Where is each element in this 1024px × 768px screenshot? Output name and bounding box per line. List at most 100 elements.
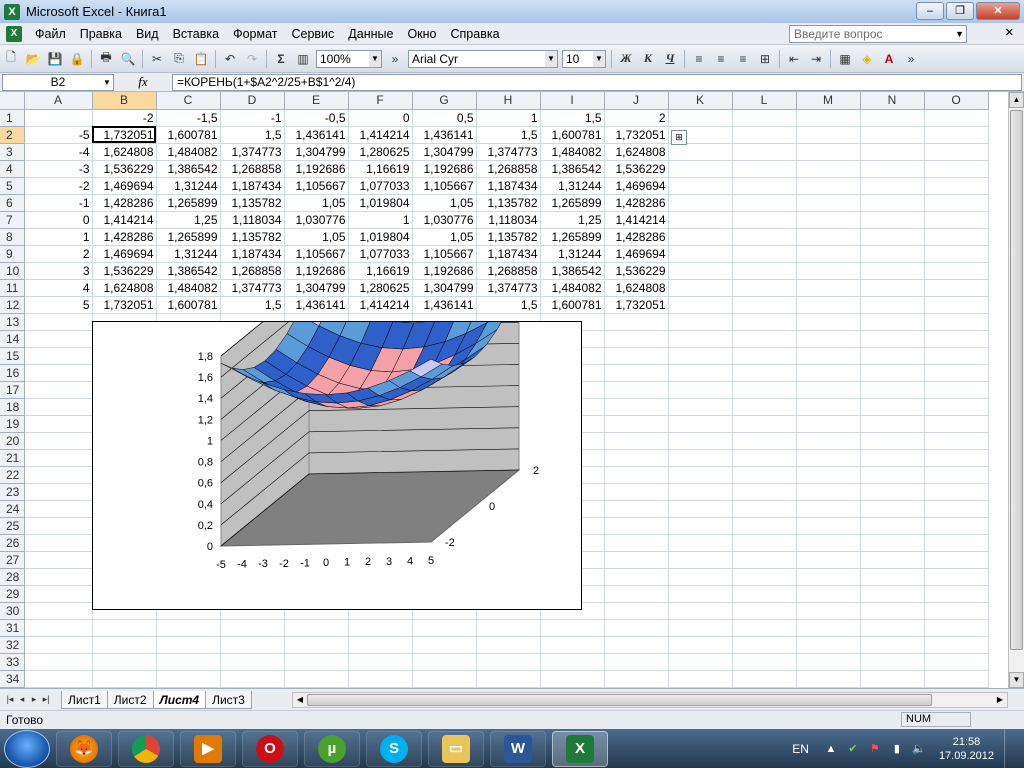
redo-icon[interactable]: ↷	[242, 49, 262, 69]
cell-m10[interactable]	[796, 262, 861, 280]
cell-i2[interactable]: 1,600781	[540, 126, 605, 144]
cell-n6[interactable]	[860, 194, 925, 212]
cell-m25[interactable]	[796, 517, 861, 535]
chevron-down-icon[interactable]: ▼	[593, 50, 605, 67]
cell-n7[interactable]	[860, 211, 925, 229]
cell-l10[interactable]	[732, 262, 797, 280]
cell-j23[interactable]	[604, 483, 669, 501]
cell-m8[interactable]	[796, 228, 861, 246]
cell-h7[interactable]: 1,118034	[476, 211, 541, 229]
cell-m27[interactable]	[796, 551, 861, 569]
print-icon[interactable]: 🖶	[96, 49, 116, 69]
scroll-up-button[interactable]: ▲	[1009, 92, 1024, 108]
cell-m30[interactable]	[796, 602, 861, 620]
cell-k19[interactable]	[668, 415, 733, 433]
column-header-g[interactable]: G	[412, 92, 477, 110]
cell-j17[interactable]	[604, 381, 669, 399]
cell-d12[interactable]: 1,5	[220, 296, 285, 314]
column-header-d[interactable]: D	[220, 92, 285, 110]
cell-d2[interactable]: 1,5	[220, 126, 285, 144]
cell-e11[interactable]: 1,304799	[284, 279, 349, 297]
cell-k18[interactable]	[668, 398, 733, 416]
cell-d1[interactable]: -1	[220, 109, 285, 127]
cell-d7[interactable]: 1,118034	[220, 211, 285, 229]
cell-j11[interactable]: 1,624808	[604, 279, 669, 297]
cell-l7[interactable]	[732, 211, 797, 229]
volume-icon[interactable]: 🔈	[911, 741, 927, 757]
print-preview-icon[interactable]: 🔍	[118, 49, 138, 69]
cell-d33[interactable]	[220, 653, 285, 671]
cell-e7[interactable]: 1,030776	[284, 211, 349, 229]
cell-n17[interactable]	[860, 381, 925, 399]
cell-a5[interactable]: -2	[24, 177, 93, 195]
fill-color-icon[interactable]: ◈	[857, 49, 877, 69]
cell-i5[interactable]: 1,31244	[540, 177, 605, 195]
cell-a26[interactable]	[24, 534, 93, 552]
taskbar-explorer[interactable]: ▭	[428, 730, 484, 767]
sheet-tab-2[interactable]: Лист2	[106, 690, 154, 709]
cell-e9[interactable]: 1,105667	[284, 245, 349, 263]
menu-format[interactable]: Формат	[226, 27, 284, 41]
cell-j5[interactable]: 1,469694	[604, 177, 669, 195]
cell-f8[interactable]: 1,019804	[348, 228, 413, 246]
cell-k1[interactable]	[668, 109, 733, 127]
cell-b31[interactable]	[92, 619, 157, 637]
cell-a1[interactable]	[24, 109, 93, 127]
cell-i31[interactable]	[540, 619, 605, 637]
cell-c6[interactable]: 1,265899	[156, 194, 221, 212]
menu-view[interactable]: Вид	[129, 27, 166, 41]
prev-sheet-icon[interactable]: ◂	[16, 694, 28, 705]
row-header[interactable]: 33	[0, 653, 25, 671]
cell-o2[interactable]	[924, 126, 989, 144]
toolbar-options-icon[interactable]: »	[901, 49, 921, 69]
cell-k6[interactable]	[668, 194, 733, 212]
cell-m31[interactable]	[796, 619, 861, 637]
row-header[interactable]: 2	[0, 126, 25, 144]
cell-l30[interactable]	[732, 602, 797, 620]
cell-j26[interactable]	[604, 534, 669, 552]
column-header-b[interactable]: B	[92, 92, 157, 110]
cell-n23[interactable]	[860, 483, 925, 501]
cell-b1[interactable]: -2	[92, 109, 157, 127]
cell-n33[interactable]	[860, 653, 925, 671]
cell-g31[interactable]	[412, 619, 477, 637]
align-right-icon[interactable]: ≡	[733, 49, 753, 69]
column-header-m[interactable]: M	[796, 92, 861, 110]
cell-j2[interactable]: 1,732051	[604, 126, 669, 144]
cell-k26[interactable]	[668, 534, 733, 552]
cell-e31[interactable]	[284, 619, 349, 637]
cell-g33[interactable]	[412, 653, 477, 671]
merge-center-icon[interactable]: ⊞	[755, 49, 775, 69]
row-header[interactable]: 17	[0, 381, 25, 399]
cell-l26[interactable]	[732, 534, 797, 552]
cell-o11[interactable]	[924, 279, 989, 297]
cell-g5[interactable]: 1,105667	[412, 177, 477, 195]
cell-e4[interactable]: 1,192686	[284, 160, 349, 178]
row-header[interactable]: 32	[0, 636, 25, 654]
cell-b34[interactable]	[92, 670, 157, 688]
cell-k3[interactable]	[668, 143, 733, 161]
cell-i6[interactable]: 1,265899	[540, 194, 605, 212]
cell-a9[interactable]: 2	[24, 245, 93, 263]
row-header[interactable]: 12	[0, 296, 25, 314]
cell-n9[interactable]	[860, 245, 925, 263]
cell-b5[interactable]: 1,469694	[92, 177, 157, 195]
cell-k14[interactable]	[668, 330, 733, 348]
row-header[interactable]: 31	[0, 619, 25, 637]
cell-a21[interactable]	[24, 449, 93, 467]
cell-a25[interactable]	[24, 517, 93, 535]
cell-b6[interactable]: 1,428286	[92, 194, 157, 212]
cell-k15[interactable]	[668, 347, 733, 365]
cell-f5[interactable]: 1,077033	[348, 177, 413, 195]
menu-insert[interactable]: Вставка	[166, 27, 226, 41]
column-header-k[interactable]: K	[668, 92, 733, 110]
cell-o29[interactable]	[924, 585, 989, 603]
cell-b33[interactable]	[92, 653, 157, 671]
row-header[interactable]: 14	[0, 330, 25, 348]
last-sheet-icon[interactable]: ▸|	[40, 694, 52, 705]
row-header[interactable]: 18	[0, 398, 25, 416]
cell-c2[interactable]: 1,600781	[156, 126, 221, 144]
row-header[interactable]: 30	[0, 602, 25, 620]
cell-j24[interactable]	[604, 500, 669, 518]
cell-j8[interactable]: 1,428286	[604, 228, 669, 246]
